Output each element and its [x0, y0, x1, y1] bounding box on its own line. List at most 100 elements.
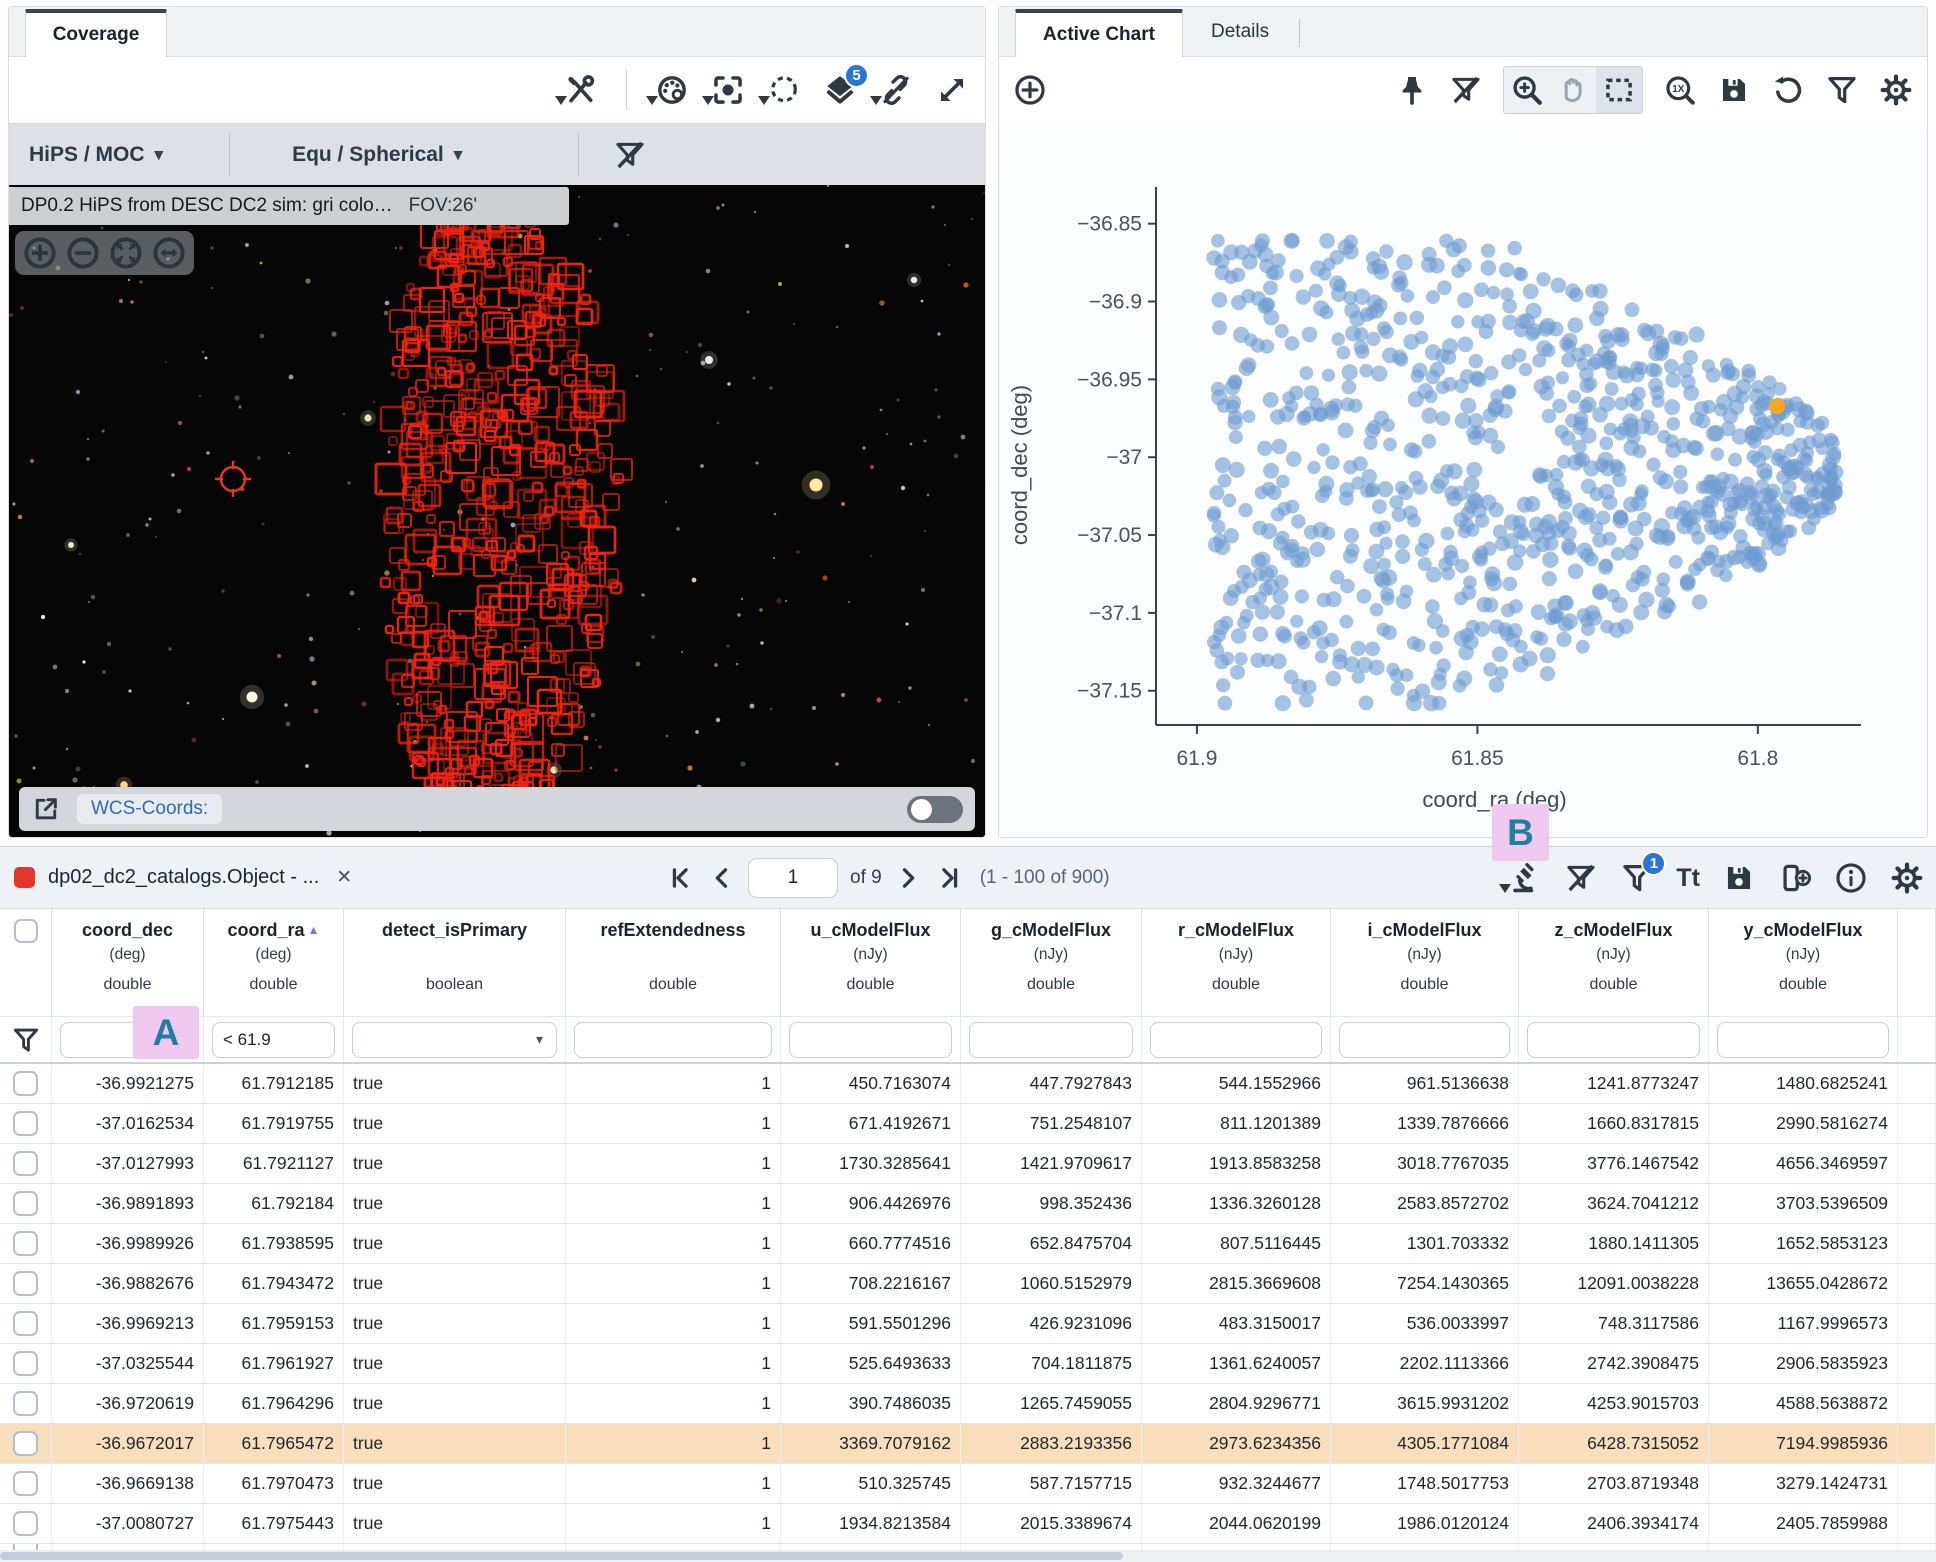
- analyze-icon[interactable]: [1508, 861, 1542, 895]
- zoom-original-icon[interactable]: 1X: [1663, 73, 1697, 107]
- clear-filters-icon[interactable]: [1449, 73, 1483, 107]
- row-checkbox[interactable]: [13, 1231, 38, 1256]
- filter-input-y_cModelFlux[interactable]: [1717, 1022, 1889, 1058]
- horizontal-scrollbar[interactable]: [0, 1550, 1936, 1562]
- filter-input-i_cModelFlux[interactable]: [1339, 1022, 1510, 1058]
- row-checkbox[interactable]: [13, 1471, 38, 1496]
- close-icon[interactable]: ✕: [336, 866, 352, 889]
- selected-point[interactable]: [1769, 398, 1785, 414]
- scatter-chart[interactable]: −36.85−36.9−36.95−37−37.05−37.1−37.1561.…: [999, 125, 1927, 837]
- clear-table-filters-icon[interactable]: [1564, 861, 1598, 895]
- filter-input-r_cModelFlux[interactable]: [1150, 1022, 1322, 1058]
- save-table-icon[interactable]: [1722, 861, 1756, 895]
- column-header-i_cModelFlux[interactable]: i_cModelFlux(nJy)double: [1331, 909, 1519, 1016]
- column-header-r_cModelFlux[interactable]: r_cModelFlux(nJy)double: [1142, 909, 1331, 1016]
- table-settings-gear-icon[interactable]: [1890, 861, 1924, 895]
- chart-settings-gear-icon[interactable]: [1879, 73, 1913, 107]
- tab-details[interactable]: Details: [1211, 7, 1269, 57]
- color-palette-icon[interactable]: [655, 73, 689, 107]
- wcs-toggle[interactable]: [907, 796, 963, 823]
- filter-input-coord_ra[interactable]: [212, 1022, 335, 1058]
- table-row[interactable]: -36.988267661.7943472true1708.2216167106…: [0, 1264, 1936, 1304]
- first-page-button[interactable]: [668, 864, 696, 892]
- filter-input-refExtendedness[interactable]: [574, 1022, 772, 1058]
- next-page-button[interactable]: [894, 864, 922, 892]
- filter-input-z_cModelFlux[interactable]: [1527, 1022, 1700, 1058]
- info-icon[interactable]: [1834, 861, 1868, 895]
- select-mode-icon[interactable]: [1596, 67, 1642, 113]
- add-column-icon[interactable]: [1778, 861, 1812, 895]
- projection-dropdown[interactable]: Equ / Spherical ▾: [292, 143, 462, 167]
- column-header-g_cModelFlux[interactable]: g_cModelFlux(nJy)double: [961, 909, 1142, 1016]
- column-header-u_cModelFlux[interactable]: u_cModelFlux(nJy)double: [781, 909, 961, 1016]
- table-panel: dp02_dc2_catalogs.Object - ... ✕ of 9 (1…: [0, 846, 1936, 1562]
- layers-icon[interactable]: 5: [823, 73, 857, 107]
- filter-icon[interactable]: [1825, 73, 1859, 107]
- image-tools-icon[interactable]: [564, 73, 598, 107]
- zoom-out-button[interactable]: [66, 236, 100, 270]
- filter-off-icon[interactable]: [613, 138, 647, 172]
- column-header-refExtendedness[interactable]: refExtendedness double: [566, 909, 781, 1016]
- tab-coverage[interactable]: Coverage: [25, 9, 167, 57]
- row-checkbox[interactable]: [13, 1071, 38, 1096]
- column-header-z_cModelFlux[interactable]: z_cModelFlux(nJy)double: [1519, 909, 1709, 1016]
- external-link-icon[interactable]: [31, 794, 61, 824]
- zoom-fit-button[interactable]: [109, 236, 143, 270]
- cell-coord_ra: 61.7970473: [204, 1464, 344, 1503]
- column-header-y_cModelFlux[interactable]: y_cModelFlux(nJy)double: [1709, 909, 1898, 1016]
- row-checkbox[interactable]: [13, 1151, 38, 1176]
- row-checkbox[interactable]: [13, 1511, 38, 1536]
- restore-chart-icon[interactable]: [1771, 73, 1805, 107]
- zoom-in-button[interactable]: [23, 236, 57, 270]
- page-number-input[interactable]: [748, 858, 838, 898]
- filter-input-u_cModelFlux[interactable]: [789, 1022, 952, 1058]
- row-checkbox[interactable]: [13, 1391, 38, 1416]
- unlink-icon[interactable]: [879, 73, 913, 107]
- last-page-button[interactable]: [934, 864, 962, 892]
- zoom-mode-icon[interactable]: [1504, 67, 1550, 113]
- filter-input-g_cModelFlux[interactable]: [969, 1022, 1133, 1058]
- prev-page-button[interactable]: [708, 864, 736, 892]
- row-checkbox[interactable]: [13, 1271, 38, 1296]
- select-region-icon[interactable]: [767, 73, 801, 107]
- expand-icon[interactable]: [935, 73, 969, 107]
- table-row[interactable]: -37.008072761.7975443true11934.821358420…: [0, 1504, 1936, 1544]
- table-row[interactable]: -36.996921361.7959153true1591.5501296426…: [0, 1304, 1936, 1344]
- recenter-icon[interactable]: [711, 73, 745, 107]
- text-view-icon[interactable]: Tt: [1676, 864, 1700, 893]
- filter-icon[interactable]: 1: [1620, 861, 1654, 895]
- cell-value: 1913.8583258: [1209, 1153, 1321, 1174]
- column-header-detect_isPrimary[interactable]: detect_isPrimary boolean: [344, 909, 566, 1016]
- sky-image[interactable]: DP0.2 HiPS from DESC DC2 sim: gri colo… …: [9, 185, 985, 837]
- table-row[interactable]: -36.966913861.7970473true1510.325745587.…: [0, 1464, 1936, 1504]
- table-row[interactable]: -37.016253461.7919755true1671.4192671751…: [0, 1104, 1936, 1144]
- pin-chart-icon[interactable]: [1395, 73, 1429, 107]
- table-row[interactable]: -36.967201761.7965472true13369.707916228…: [0, 1424, 1936, 1464]
- cell-value: 807.5116445: [1220, 1233, 1321, 1254]
- table-row[interactable]: -36.989189361.792184true1906.4426976998.…: [0, 1184, 1936, 1224]
- column-header-coord_dec[interactable]: coord_dec(deg)double: [52, 909, 204, 1016]
- table-row[interactable]: -37.012799361.7921127true11730.328564114…: [0, 1144, 1936, 1184]
- zoom-fill-button[interactable]: [152, 236, 186, 270]
- pan-mode-icon[interactable]: [1550, 67, 1596, 113]
- table-row[interactable]: -36.992127561.7912185true1450.7163074447…: [0, 1064, 1936, 1104]
- table-row[interactable]: -36.998992661.7938595true1660.7774516652…: [0, 1224, 1936, 1264]
- row-checkbox[interactable]: [13, 1431, 38, 1456]
- table-tab[interactable]: dp02_dc2_catalogs.Object - ... ✕: [14, 866, 352, 889]
- select-all-checkbox[interactable]: [14, 919, 38, 943]
- cell-value: 3279.1424731: [1776, 1473, 1888, 1494]
- row-checkbox[interactable]: [13, 1311, 38, 1336]
- tab-active-chart[interactable]: Active Chart: [1015, 9, 1183, 57]
- scrollbar-thumb[interactable]: [0, 1552, 1123, 1560]
- save-chart-icon[interactable]: [1717, 73, 1751, 107]
- table-row[interactable]: -36.972061961.7964296true1390.7486035126…: [0, 1384, 1936, 1424]
- filter-input-detect_isPrimary[interactable]: [352, 1022, 557, 1058]
- row-checkbox[interactable]: [13, 1111, 38, 1136]
- table-row[interactable]: -37.032554461.7961927true1525.6493633704…: [0, 1344, 1936, 1384]
- column-header-coord_ra[interactable]: coord_ra▲(deg)double: [204, 909, 344, 1016]
- cell-value: -36.9891893: [96, 1193, 194, 1214]
- row-checkbox[interactable]: [13, 1191, 38, 1216]
- row-checkbox[interactable]: [13, 1351, 38, 1376]
- add-chart-icon[interactable]: [1013, 73, 1047, 107]
- hips-moc-dropdown[interactable]: HiPS / MOC ▾: [29, 143, 163, 167]
